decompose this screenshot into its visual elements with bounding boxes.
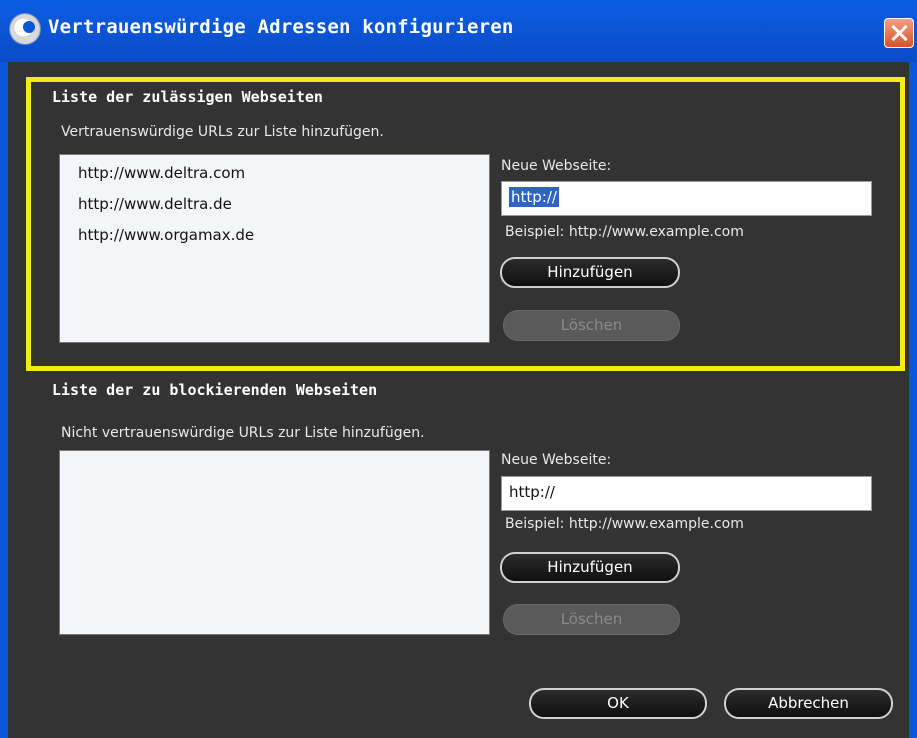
blocked-section-title: Liste der zu blockierenden Webseiten	[52, 381, 378, 399]
list-item[interactable]: http://www.deltra.de	[60, 189, 489, 220]
window-frame-right	[909, 62, 917, 738]
allowed-example-text: Beispiel: http://www.example.com	[505, 224, 744, 240]
app-logo-icon	[10, 14, 40, 44]
dialog-window: Vertrauenswürdige Adressen konfigurieren…	[0, 0, 917, 738]
close-icon[interactable]	[884, 18, 914, 48]
selected-input-text: http://	[509, 187, 559, 207]
title-bar[interactable]: Vertrauenswürdige Adressen konfigurieren	[0, 0, 917, 62]
blocked-new-site-label: Neue Webseite:	[501, 452, 612, 468]
allowed-hint: Vertrauenswürdige URLs zur Liste hinzufü…	[61, 124, 384, 140]
ok-button[interactable]: OK	[529, 688, 707, 719]
allowed-add-button[interactable]: Hinzufügen	[500, 257, 680, 288]
blocked-delete-button[interactable]: Löschen	[503, 604, 680, 635]
cancel-button[interactable]: Abbrechen	[724, 688, 893, 719]
allowed-delete-button[interactable]: Löschen	[503, 310, 680, 341]
blocked-url-list[interactable]	[59, 450, 490, 635]
allowed-url-list[interactable]: http://www.deltra.com http://www.deltra.…	[59, 154, 490, 343]
allowed-new-site-input[interactable]: http://	[501, 181, 872, 216]
list-item[interactable]: http://www.deltra.com	[60, 158, 489, 189]
allowed-section-title: Liste der zulässigen Webseiten	[52, 88, 323, 106]
blocked-new-site-input[interactable]: http://	[501, 476, 872, 511]
window-frame-left	[0, 62, 8, 738]
blocked-add-button[interactable]: Hinzufügen	[500, 552, 680, 583]
blocked-hint: Nicht vertrauenswürdige URLs zur Liste h…	[61, 425, 425, 441]
blocked-example-text: Beispiel: http://www.example.com	[505, 516, 744, 532]
allowed-new-site-label: Neue Webseite:	[501, 158, 612, 174]
list-item[interactable]: http://www.orgamax.de	[60, 220, 489, 251]
window-title: Vertrauenswürdige Adressen konfigurieren	[48, 16, 514, 38]
